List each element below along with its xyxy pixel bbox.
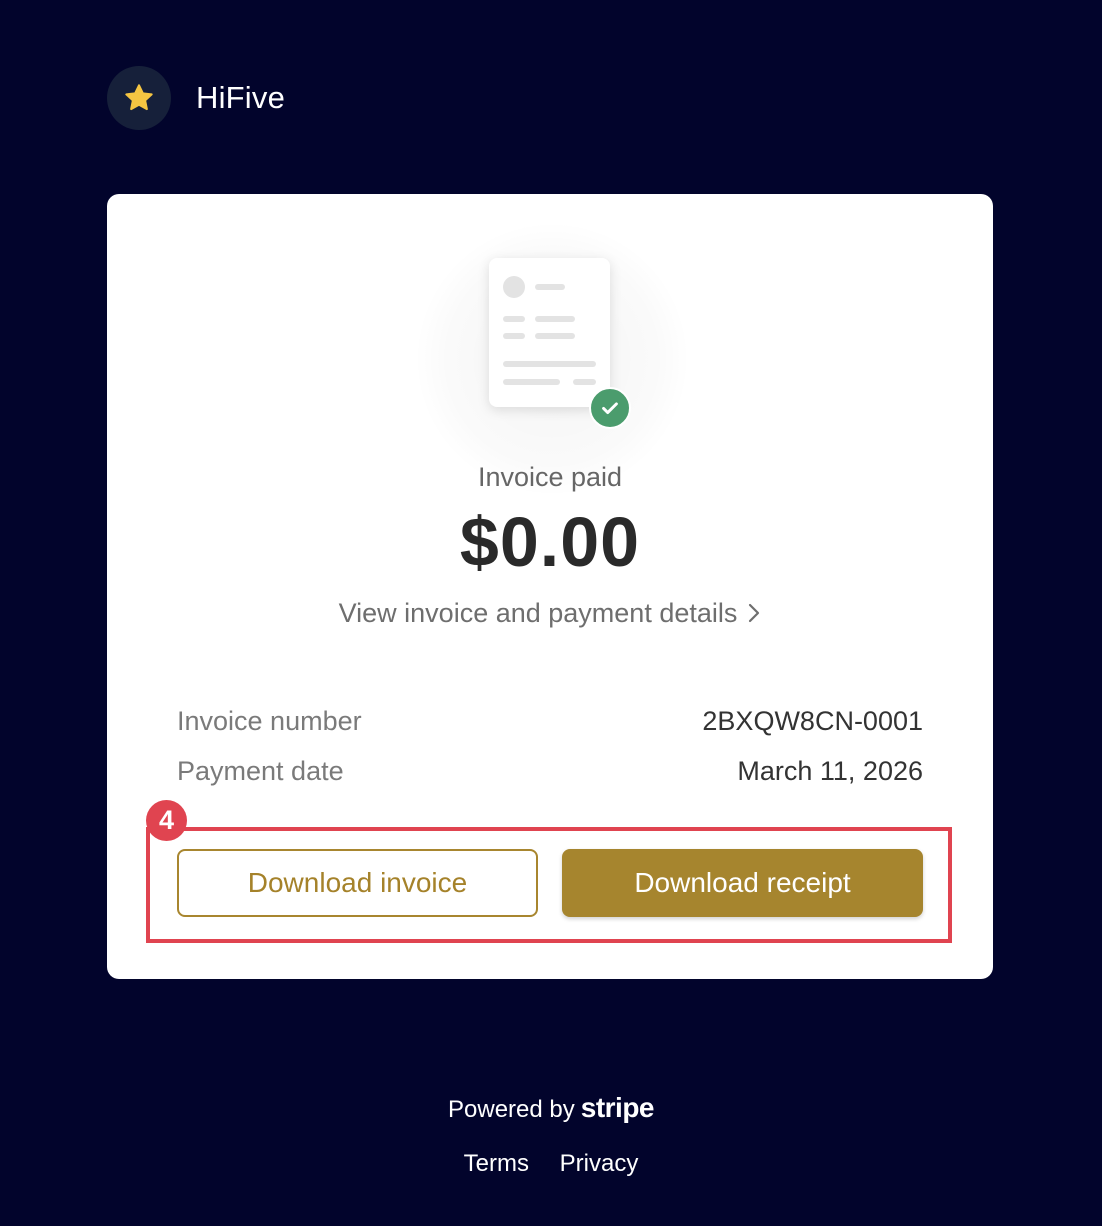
payment-date-value: March 11, 2026 [737,756,923,786]
view-details-link[interactable]: View invoice and payment details [107,598,993,629]
privacy-link[interactable]: Privacy [560,1150,639,1177]
powered-by-label: Powered by [448,1096,575,1123]
step-badge: 4 [146,800,187,841]
highlight-box [146,827,952,943]
footer-links: Terms Privacy [0,1150,1102,1178]
invoice-number-row: Invoice number 2BXQW8CN-0001 [177,706,923,737]
check-icon [589,387,631,429]
star-icon [125,84,153,111]
invoice-number-value: 2BXQW8CN-0001 [702,706,923,736]
invoice-amount: $0.00 [459,503,641,581]
view-details-label: View invoice and payment details [338,598,738,628]
terms-link[interactable]: Terms [464,1150,529,1177]
brand-name: HiFive [196,80,286,115]
stripe-logo[interactable]: stripe [581,1092,655,1123]
payment-date-row: Payment date March 11, 2026 [177,756,923,787]
powered-by: Powered by stripe [0,1092,1102,1124]
brand-header: HiFive [107,66,285,130]
brand-logo [107,66,171,130]
payment-date-label: Payment date [177,756,344,786]
invoice-document-icon [489,258,610,407]
chevron-right-icon [749,603,760,623]
invoice-status: Invoice paid [477,462,623,492]
invoice-number-label: Invoice number [177,706,362,736]
